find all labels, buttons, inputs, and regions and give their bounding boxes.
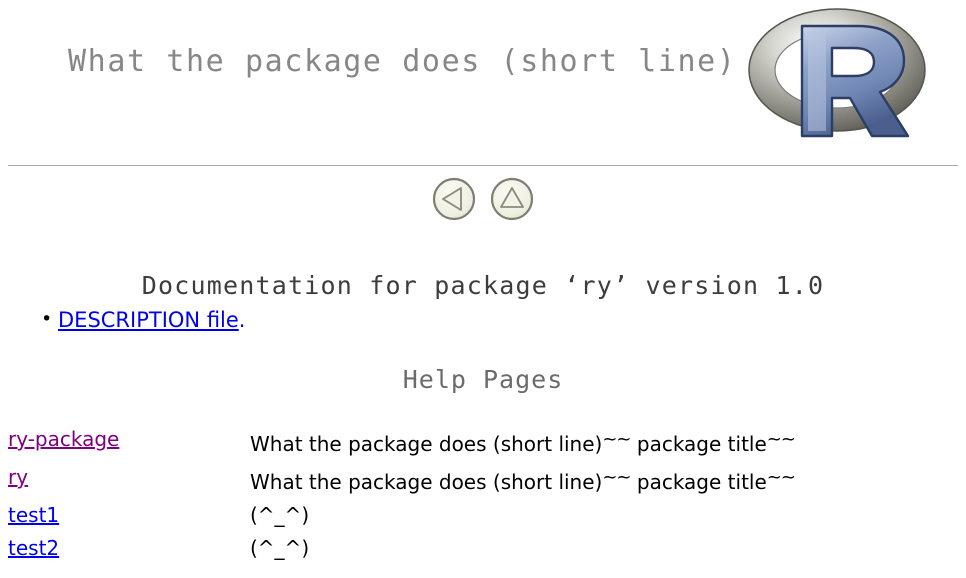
- help-desc-tilde-end: ~~: [766, 467, 796, 488]
- table-row: ry What the package does (short line)~~ …: [8, 461, 948, 499]
- table-cell-name: test2: [8, 532, 250, 565]
- list-item: DESCRIPTION file.: [41, 306, 246, 333]
- back-arrow-icon[interactable]: [431, 176, 477, 222]
- help-desc-tilde-mid: ~~: [602, 429, 631, 450]
- description-trailing-dot: .: [238, 308, 246, 332]
- help-desc-mid: package title: [636, 470, 767, 494]
- description-list: DESCRIPTION file.: [0, 306, 246, 333]
- documentation-title: Documentation for package ‘ry’ version 1…: [141, 270, 825, 300]
- table-cell-description: (^_^): [250, 503, 310, 527]
- table-cell-name: test1: [8, 499, 250, 532]
- help-desc-tilde-end: ~~: [766, 429, 796, 450]
- page-title: What the package does (short line): [68, 44, 737, 79]
- navigation-bar: [0, 176, 966, 222]
- help-link-ry-package[interactable]: ry-package: [8, 427, 119, 451]
- table-cell-description: What the package does (short line)~~ pac…: [250, 461, 948, 499]
- table-cell-description: (^_^): [250, 536, 310, 560]
- help-link-test1[interactable]: test1: [8, 503, 59, 527]
- help-pages-table-body: ry-package What the package does (short …: [8, 423, 948, 565]
- help-desc-mid: package title: [636, 432, 767, 456]
- help-link-test2[interactable]: test2: [8, 536, 59, 560]
- table-row: ry-package What the package does (short …: [8, 423, 948, 461]
- description-file-link[interactable]: DESCRIPTION file: [58, 308, 239, 332]
- help-desc-prefix: What the package does (short line): [250, 432, 603, 456]
- page-header: What the package does (short line): [0, 0, 966, 166]
- table-cell-name: ry: [8, 461, 250, 499]
- up-arrow-icon[interactable]: [489, 176, 535, 222]
- table-row: test1 (^_^): [8, 499, 948, 532]
- table-cell-description: What the package does (short line)~~ pac…: [250, 423, 948, 461]
- help-desc-tilde-mid: ~~: [602, 467, 631, 488]
- help-desc-prefix: What the package does (short line): [250, 470, 603, 494]
- r-logo: [746, 4, 928, 144]
- help-pages-table: ry-package What the package does (short …: [8, 423, 948, 565]
- help-link-ry[interactable]: ry: [8, 465, 28, 489]
- help-pages-heading: Help Pages: [402, 365, 564, 394]
- table-row: test2 (^_^): [8, 532, 948, 565]
- table-cell-name: ry-package: [8, 423, 250, 461]
